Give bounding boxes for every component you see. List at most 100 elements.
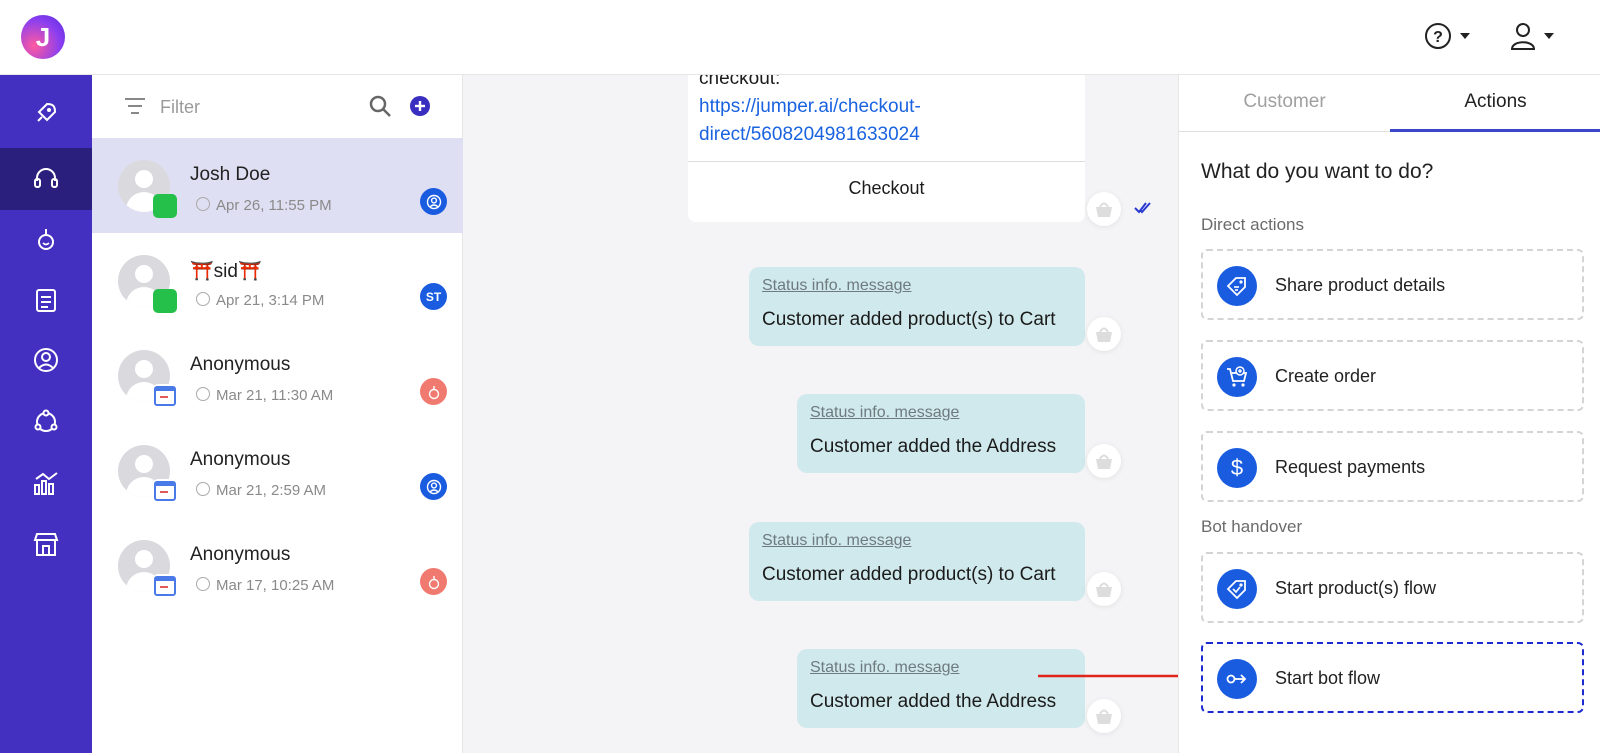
conversation-name: Anonymous — [190, 544, 291, 565]
shopping-bag-icon — [1087, 317, 1121, 351]
double-check-icon — [1134, 202, 1151, 214]
tab-customer[interactable]: Customer — [1179, 75, 1390, 132]
status-message-title[interactable]: Status info. message — [810, 404, 1072, 422]
svg-text:?: ? — [1433, 29, 1443, 46]
share-product-details-button[interactable]: Share product details — [1201, 249, 1584, 320]
add-conversation-icon[interactable] — [409, 95, 431, 117]
conversation-name: Anonymous — [190, 354, 291, 375]
svg-text:$: $ — [1231, 456, 1243, 480]
nav-customers[interactable] — [0, 332, 92, 388]
help-icon: ? — [1425, 23, 1451, 49]
web-chat-icon — [153, 384, 177, 408]
shopping-bag-icon — [1087, 444, 1121, 478]
conversation-name: Anonymous — [190, 449, 291, 470]
web-chat-icon — [153, 479, 177, 503]
action-label: Request payments — [1275, 457, 1426, 477]
status-message: Status info. message Customer added prod… — [749, 267, 1085, 346]
chat-area: checkout: https://jumper.ai/checkout- di… — [463, 75, 1178, 753]
checkout-button[interactable]: Checkout — [688, 161, 1085, 214]
user-icon — [1510, 23, 1536, 50]
conversation-time: Mar 21, 11:30 AM — [216, 387, 334, 404]
action-label: Share product details — [1275, 275, 1446, 295]
checkout-text: checkout: https://jumper.ai/checkout- di… — [699, 75, 1069, 149]
conversation-time: Mar 21, 2:59 AM — [216, 482, 327, 499]
help-menu[interactable]: ? — [1424, 18, 1470, 54]
status-message-text: Customer added the Address — [810, 436, 1057, 457]
customer-icon — [34, 348, 58, 372]
clock-icon — [196, 387, 210, 401]
network-icon — [34, 409, 58, 432]
clock-icon — [196, 482, 210, 496]
conversation-item[interactable]: Anonymous Mar 21, 11:30 AM — [92, 328, 463, 423]
nav-store[interactable] — [0, 516, 92, 572]
rocket-icon — [37, 102, 57, 122]
action-label: Start product(s) flow — [1275, 578, 1437, 598]
status-message: Status info. message Customer added prod… — [749, 522, 1085, 601]
tab-actions[interactable]: Actions — [1390, 75, 1600, 132]
annotation-arrow — [1038, 674, 1178, 678]
create-order-button[interactable]: Create order — [1201, 340, 1584, 411]
clock-icon — [196, 577, 210, 591]
agent-badge: ST — [420, 283, 447, 310]
whatsapp-icon — [153, 194, 177, 218]
shopping-bag-icon — [1087, 192, 1121, 226]
bot-icon — [420, 378, 447, 405]
agent-icon — [420, 473, 447, 500]
side-panel: Customer Actions What do you want to do?… — [1178, 75, 1600, 753]
conversation-time: Apr 21, 3:14 PM — [216, 292, 325, 309]
conversation-item[interactable]: Anonymous Mar 21, 2:59 AM — [92, 423, 463, 518]
filter-bar: Filter — [92, 75, 463, 138]
status-message-title[interactable]: Status info. message — [762, 532, 1072, 550]
filter-icon[interactable] — [124, 97, 146, 115]
flow-arrow-icon — [1217, 659, 1257, 699]
status-message-title[interactable]: Status info. message — [762, 277, 1072, 295]
agent-icon — [420, 188, 447, 215]
start-products-flow-button[interactable]: Start product(s) flow — [1201, 552, 1584, 623]
action-label: Start bot flow — [1275, 668, 1381, 688]
app-logo[interactable]: J — [21, 15, 65, 59]
clipboard-icon — [36, 289, 56, 312]
nav-bots[interactable] — [0, 211, 92, 267]
chevron-down-icon — [1460, 33, 1470, 39]
web-chat-icon — [153, 574, 177, 598]
store-icon — [33, 533, 59, 556]
status-message-text: Customer added product(s) to Cart — [762, 309, 1056, 330]
clock-icon — [196, 197, 210, 211]
search-icon[interactable] — [368, 94, 392, 118]
checkout-card: checkout: https://jumper.ai/checkout- di… — [688, 75, 1085, 222]
conversation-item[interactable]: Josh Doe Apr 26, 11:55 PM — [92, 138, 463, 233]
tag-flow-icon — [1217, 569, 1257, 609]
nav-campaigns[interactable] — [0, 85, 92, 141]
bot-handover-heading: Bot handover — [1201, 517, 1303, 536]
nav-orders[interactable] — [0, 272, 92, 328]
nav-integrations[interactable] — [0, 394, 92, 450]
analytics-icon — [34, 472, 58, 495]
bot-icon — [38, 229, 54, 250]
side-nav — [0, 75, 92, 753]
top-bar: J ? — [0, 0, 1600, 75]
clock-icon — [196, 292, 210, 306]
conversation-time: Mar 17, 10:25 AM — [216, 577, 335, 594]
user-menu[interactable] — [1510, 18, 1554, 54]
conversation-name: Josh Doe — [190, 164, 271, 185]
conversation-item[interactable]: ⛩️sid⛩️ Apr 21, 3:14 PM ST — [92, 233, 463, 328]
shopping-bag-icon — [1087, 572, 1121, 606]
request-payments-button[interactable]: $ Request payments — [1201, 431, 1584, 502]
action-label: Create order — [1275, 366, 1377, 386]
conversation-item[interactable]: Anonymous Mar 17, 10:25 AM — [92, 518, 463, 613]
status-message: Status info. message Customer added the … — [797, 649, 1085, 728]
status-message-text: Customer added product(s) to Cart — [762, 564, 1056, 585]
whatsapp-icon — [153, 289, 177, 313]
nav-conversations[interactable] — [0, 148, 92, 210]
status-message-text: Customer added the Address — [810, 691, 1057, 712]
checkout-link[interactable]: https://jumper.ai/checkout- — [699, 93, 1069, 121]
filter-label[interactable]: Filter — [160, 97, 200, 118]
nav-analytics[interactable] — [0, 455, 92, 511]
direct-actions-heading: Direct actions — [1201, 215, 1304, 234]
start-bot-flow-button[interactable]: Start bot flow — [1201, 642, 1584, 713]
panel-question: What do you want to do? — [1201, 160, 1434, 183]
status-message: Status info. message Customer added the … — [797, 394, 1085, 473]
status-message-title[interactable]: Status info. message — [810, 659, 1072, 677]
conversation-list: Filter Josh Doe Apr 26, 11:55 PM ⛩️sid⛩️… — [92, 75, 463, 753]
checkout-link-cont[interactable]: direct/5608204981633024 — [699, 121, 1069, 149]
